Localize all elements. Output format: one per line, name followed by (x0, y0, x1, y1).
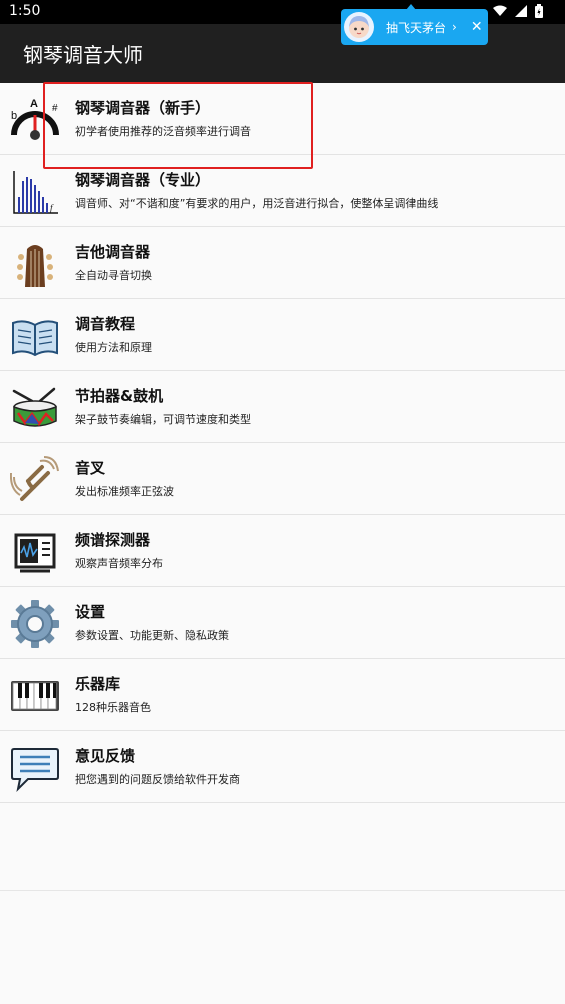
item-title: 意见反馈 (75, 747, 136, 765)
item-title: 音叉 (75, 459, 106, 477)
menu-item-tuning-fork[interactable]: 音叉 发出标准频率正弦波 (0, 443, 565, 515)
item-desc: 发出标准频率正弦波 (75, 485, 174, 498)
item-title: 设置 (75, 603, 106, 621)
tuning-fork-icon (10, 456, 59, 501)
item-desc: 调音师、对“不谐和度”有要求的用户，用泛音进行拟合，使整体呈调律曲线 (75, 197, 439, 210)
app-title: 钢琴调音大师 (23, 43, 143, 67)
main-menu: A b # 钢琴调音器（新手） 初学者使用推荐的泛音频率进行调音 f 钢琴调音器… (0, 83, 565, 803)
menu-item-spectrum-detector[interactable]: 频谱探测器 观察声音频率分布 (0, 515, 565, 587)
item-title: 调音教程 (75, 315, 136, 333)
message-icon (11, 748, 59, 793)
item-title: 吉他调音器 (75, 243, 151, 261)
menu-item-settings[interactable]: 设置 参数设置、功能更新、隐私政策 (0, 587, 565, 659)
status-time: 1:50 (9, 3, 41, 19)
svg-text:A: A (30, 98, 38, 110)
item-title: 频谱探测器 (75, 531, 151, 549)
item-title: 节拍器&鼓机 (75, 387, 164, 405)
guitar-head-icon (17, 245, 53, 287)
item-desc: 使用方法和原理 (75, 341, 152, 354)
menu-item-metronome[interactable]: 节拍器&鼓机 架子鼓节奏编辑，可调节速度和类型 (0, 371, 565, 443)
spectrum-monitor-icon (14, 533, 56, 573)
battery-icon (535, 4, 543, 18)
menu-item-feedback[interactable]: 意见反馈 把您遇到的问题反馈给软件开发商 (0, 731, 565, 803)
menu-item-instrument-library[interactable]: 乐器库 128种乐器音色 (0, 659, 565, 731)
bottom-divider (0, 890, 565, 891)
item-desc: 128种乐器音色 (75, 701, 151, 714)
status-icons (493, 4, 543, 18)
item-desc: 把您遇到的问题反馈给软件开发商 (75, 773, 240, 786)
menu-item-tutorial[interactable]: 调音教程 使用方法和原理 (0, 299, 565, 371)
spectrum-bars-icon: f (13, 171, 58, 214)
signal-icon (515, 5, 527, 17)
drum-icon (12, 387, 57, 427)
item-desc: 观察声音频率分布 (75, 557, 163, 570)
ad-chevron-icon: › (452, 20, 457, 34)
ad-text: 抽飞天茅台 (386, 20, 447, 35)
piano-keys-icon (11, 681, 59, 711)
ad-avatar-icon (344, 12, 374, 42)
highlight-box (43, 82, 313, 169)
item-desc: 架子鼓节奏编辑，可调节速度和类型 (75, 413, 251, 426)
wifi-icon (493, 5, 507, 16)
item-desc: 参数设置、功能更新、隐私政策 (75, 629, 229, 642)
book-icon (12, 320, 58, 357)
item-desc: 全自动寻音切换 (75, 269, 152, 282)
menu-item-guitar-tuner[interactable]: 吉他调音器 全自动寻音切换 (0, 227, 565, 299)
gear-icon (11, 600, 59, 648)
ad-banner[interactable]: 抽飞天茅台 › ✕ (341, 9, 488, 45)
ad-close-icon[interactable]: ✕ (471, 19, 483, 35)
item-title: 钢琴调音器（专业） (75, 171, 211, 189)
item-title: 乐器库 (75, 675, 121, 693)
svg-text:f: f (50, 203, 54, 213)
svg-text:b: b (11, 110, 17, 122)
